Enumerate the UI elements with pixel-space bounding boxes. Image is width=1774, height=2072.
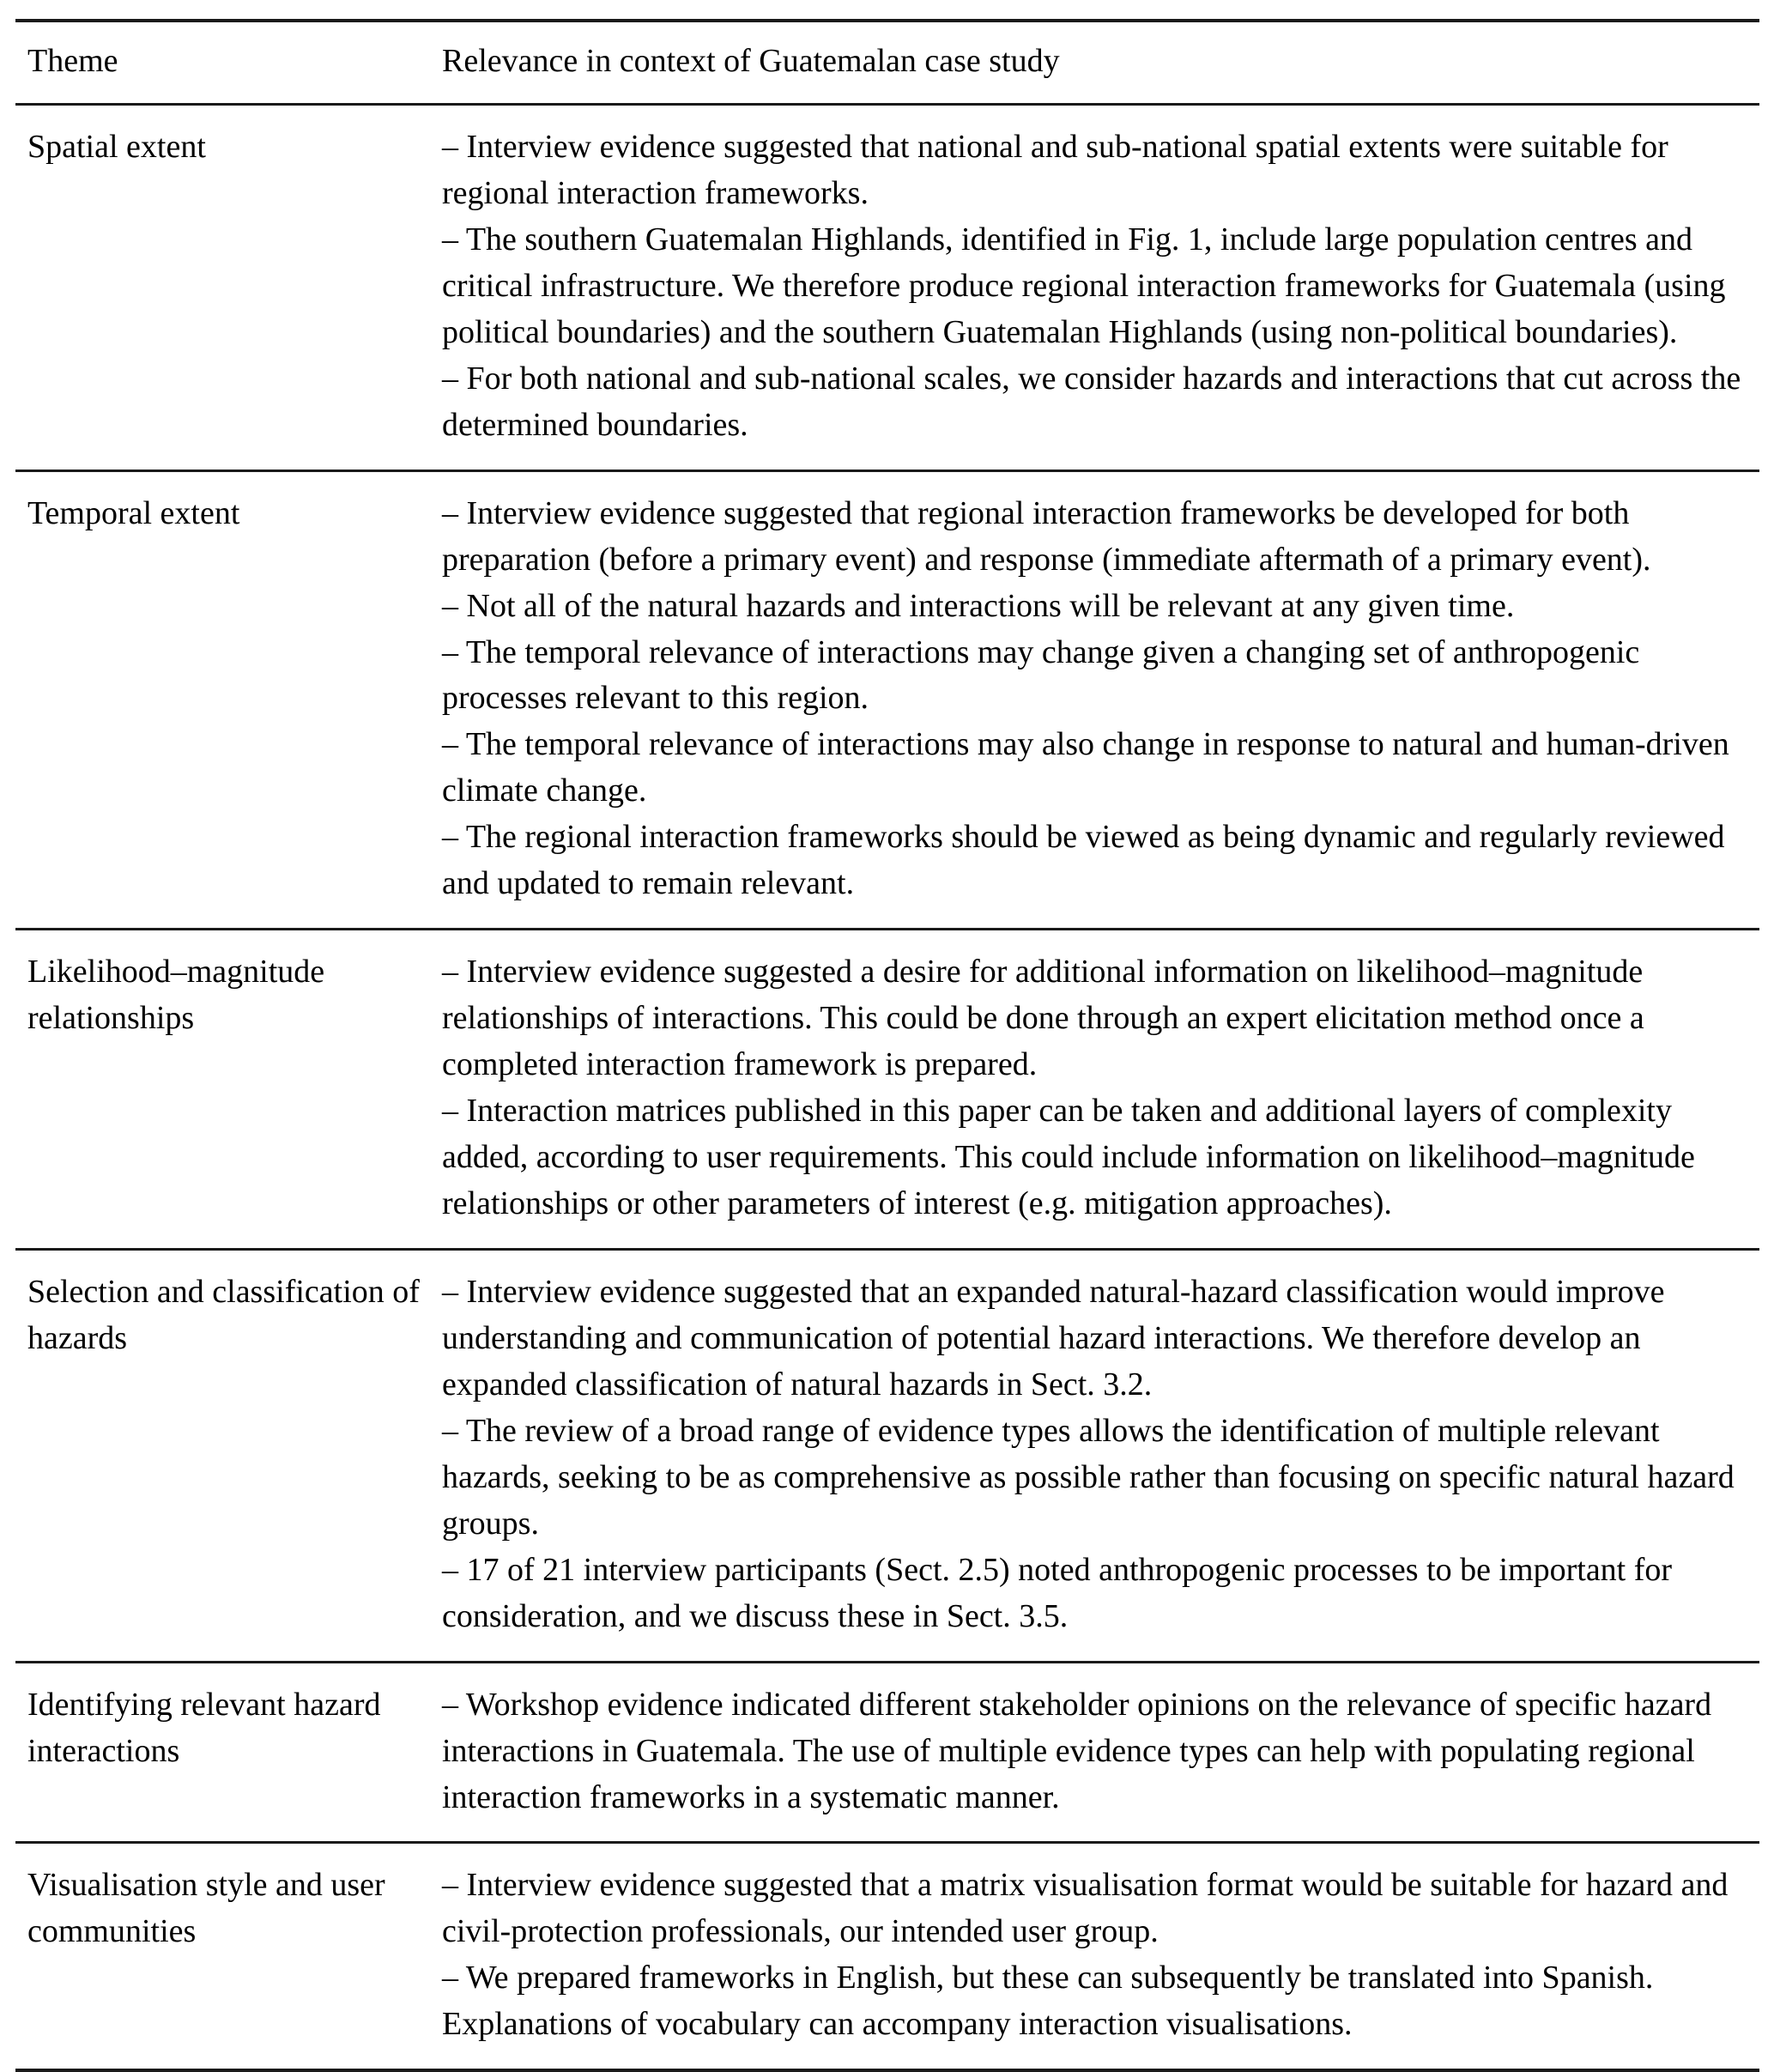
- relevance-bullet-item: – The regional interaction frameworks sh…: [442, 819, 1725, 902]
- table-row: Temporal extent – Interview evidence sugg…: [15, 472, 1759, 930]
- theme-cell: Selection and classification of hazards: [15, 1251, 442, 1662]
- table-row: Spatial extent – Interview evidence sugge…: [15, 106, 1759, 470]
- relevance-cell: – Interview evidence suggested that an e…: [442, 1251, 1759, 1662]
- theme-cell: Spatial extent: [15, 106, 442, 470]
- relevance-cell: – Interview evidence suggested that regi…: [442, 472, 1759, 930]
- themes-relevance-table: Theme Relevance in context of Guatemalan…: [15, 19, 1759, 2072]
- relevance-bullet-item: – For both national and sub-national sca…: [442, 360, 1741, 443]
- relevance-bullet-item: – The southern Guatemalan Highlands, ide…: [442, 221, 1726, 350]
- relevance-bullet-list: – Interview evidence suggested a desire …: [442, 949, 1751, 1227]
- relevance-cell: – Interview evidence suggested that a ma…: [442, 1844, 1759, 2070]
- relevance-cell: – Interview evidence suggested that nati…: [442, 106, 1759, 470]
- relevance-bullet-item: – The temporal relevance of interactions…: [442, 726, 1729, 809]
- relevance-bullet-list: – Interview evidence suggested that a ma…: [442, 1863, 1751, 2048]
- table-row: Identifying relevant hazard interactions…: [15, 1663, 1759, 1843]
- relevance-bullet-item: – The review of a broad range of evidenc…: [442, 1412, 1735, 1542]
- theme-label: Likelihood–magnitude relationships: [27, 954, 325, 1037]
- table-header-row: Theme Relevance in context of Guatemalan…: [15, 22, 1759, 105]
- table-body: Spatial extent – Interview evidence sugge…: [15, 106, 1759, 2070]
- table-header: Theme Relevance in context of Guatemalan…: [15, 19, 1759, 106]
- column-header-relevance: Relevance in context of Guatemalan case …: [442, 43, 1060, 79]
- theme-label: Selection and classification of hazards: [27, 1273, 420, 1356]
- theme-label: Temporal extent: [27, 494, 240, 531]
- relevance-bullet-item: – Interaction matrices published in this…: [442, 1093, 1695, 1222]
- relevance-bullet-item: – Interview evidence suggested that a ma…: [442, 1867, 1729, 1950]
- column-header-theme: Theme: [27, 43, 118, 79]
- relevance-bullet-list: – Workshop evidence indicated different …: [442, 1682, 1751, 1821]
- document-page: Theme Relevance in context of Guatemalan…: [0, 19, 1774, 2072]
- relevance-cell: – Workshop evidence indicated different …: [442, 1663, 1759, 1843]
- relevance-bullet-item: – Interview evidence suggested that regi…: [442, 494, 1651, 578]
- theme-label: Identifying relevant hazard interactions: [27, 1686, 381, 1769]
- relevance-bullet-item: – 17 of 21 interview participants (Sect.…: [442, 1551, 1673, 1634]
- theme-label: Spatial extent: [27, 129, 206, 165]
- relevance-bullet-item: – We prepared frameworks in English, but…: [442, 1960, 1654, 2043]
- relevance-bullet-item: – Not all of the natural hazards and int…: [442, 587, 1515, 624]
- theme-cell: Temporal extent: [15, 472, 442, 930]
- relevance-bullet-list: – Interview evidence suggested that an e…: [442, 1269, 1751, 1640]
- relevance-bullet-list: – Interview evidence suggested that nati…: [442, 124, 1751, 449]
- theme-label: Visualisation style and user communities: [27, 1867, 385, 1950]
- table-row: Selection and classification of hazards –…: [15, 1251, 1759, 1662]
- relevance-bullet-list: – Interview evidence suggested that regi…: [442, 491, 1751, 908]
- theme-cell: Identifying relevant hazard interactions: [15, 1663, 442, 1843]
- theme-cell: Visualisation style and user communities: [15, 1844, 442, 2070]
- table-row: Likelihood–magnitude relationships – Inte…: [15, 930, 1759, 1249]
- relevance-bullet-item: – The temporal relevance of interactions…: [442, 633, 1640, 717]
- theme-cell: Likelihood–magnitude relationships: [15, 930, 442, 1249]
- relevance-bullet-item: – Interview evidence suggested that nati…: [442, 129, 1668, 211]
- relevance-bullet-item: – Interview evidence suggested that an e…: [442, 1273, 1665, 1403]
- relevance-cell: – Interview evidence suggested a desire …: [442, 930, 1759, 1249]
- relevance-bullet-item: – Workshop evidence indicated different …: [442, 1686, 1712, 1815]
- relevance-bullet-item: – Interview evidence suggested a desire …: [442, 954, 1644, 1083]
- table-row: Visualisation style and user communities…: [15, 1844, 1759, 2070]
